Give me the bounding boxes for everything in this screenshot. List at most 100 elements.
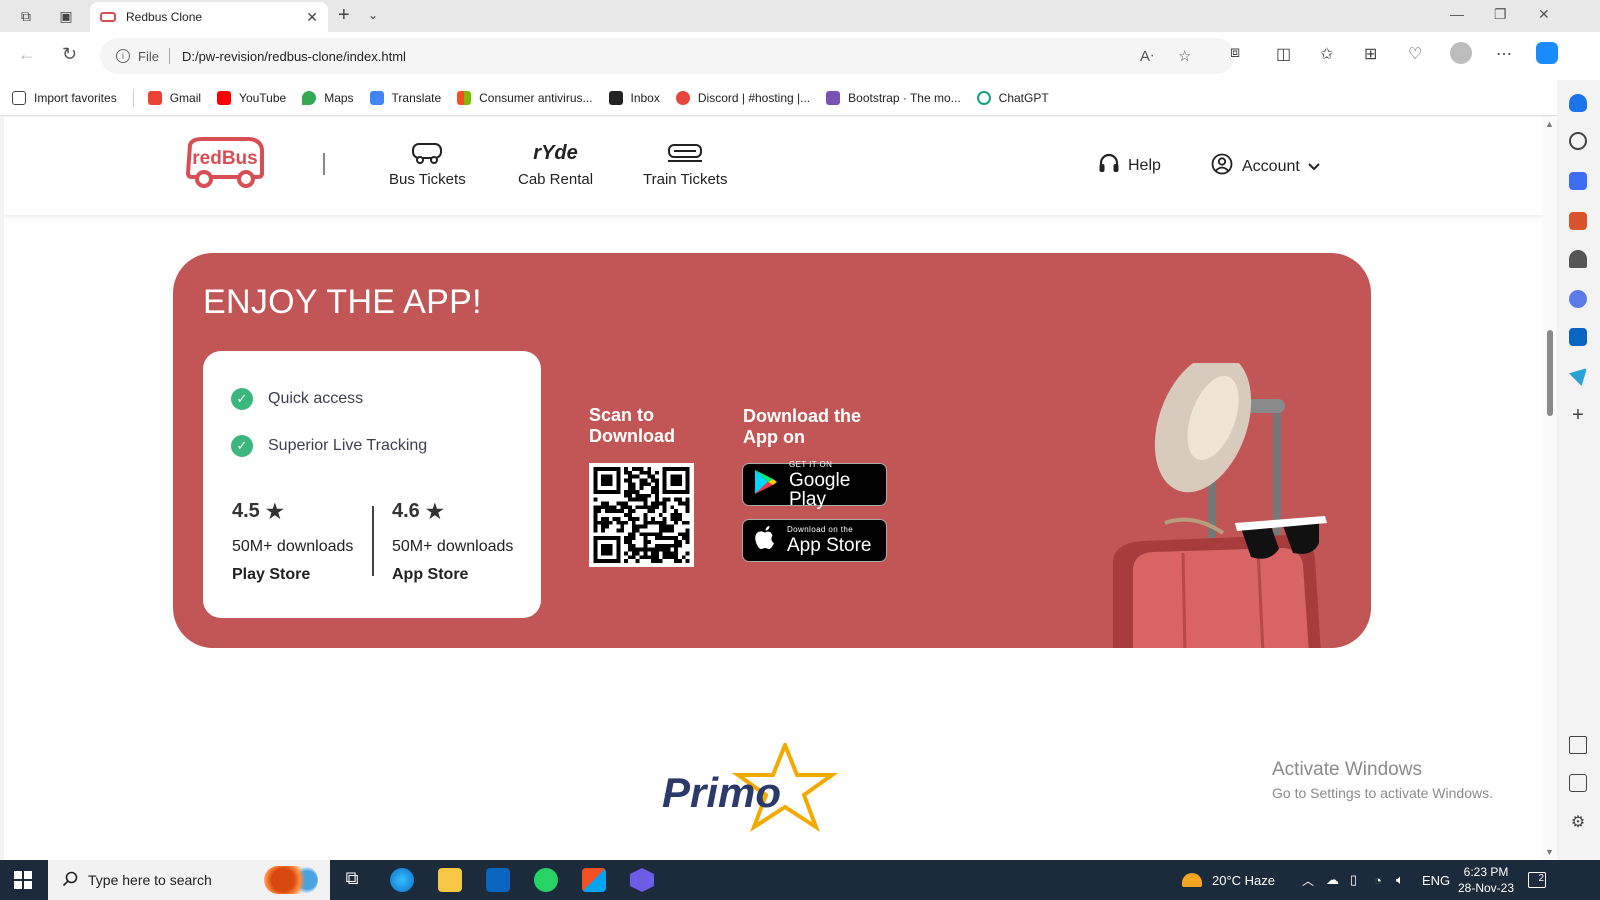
- performance-icon[interactable]: ♡: [1408, 44, 1422, 64]
- banner-title: ENJOY THE APP!: [203, 283, 482, 321]
- new-tab-icon[interactable]: +: [338, 4, 350, 27]
- notifications-center-icon[interactable]: 2: [1528, 860, 1546, 900]
- bookmark-inbox[interactable]: Inbox: [608, 90, 660, 105]
- discord-icon: [675, 90, 690, 105]
- close-window-icon[interactable]: ✕: [1538, 6, 1550, 23]
- whatsapp-icon[interactable]: [534, 868, 558, 892]
- bookmark-youtube[interactable]: YouTube: [217, 90, 286, 105]
- profile-avatar-icon[interactable]: [1450, 42, 1472, 64]
- outlook-icon[interactable]: [1569, 328, 1587, 346]
- info-icon[interactable]: i: [116, 49, 130, 63]
- language-indicator[interactable]: ENG: [1422, 860, 1450, 900]
- settings-gear-icon[interactable]: ⚙: [1569, 812, 1587, 831]
- maps-pin-icon: [302, 90, 317, 105]
- nav-bus-tickets[interactable]: Bus Tickets: [389, 139, 466, 188]
- bookmark-label: Discord | #hosting |...: [697, 90, 811, 105]
- edge-browser-icon[interactable]: [390, 868, 414, 892]
- favorite-star-icon[interactable]: ☆: [1178, 38, 1191, 74]
- vertical-tabs-icon[interactable]: ▣: [56, 6, 76, 26]
- feature-quick-access: ✓ Quick access: [231, 388, 363, 410]
- page-scrollbar[interactable]: ▲ ▼: [1542, 117, 1557, 860]
- tab-actions-chevron-icon[interactable]: ⌄: [368, 8, 378, 22]
- more-menu-icon[interactable]: ⋯: [1496, 44, 1512, 64]
- account-menu[interactable]: Account: [1211, 153, 1320, 180]
- activate-windows-watermark: Activate Windows Go to Settings to activ…: [1272, 759, 1493, 801]
- taskbar-search-box[interactable]: Type here to search: [48, 860, 330, 900]
- sidebar-toggle-icon[interactable]: [1569, 736, 1587, 754]
- google-play-icon: [753, 468, 779, 501]
- bookmark-maps[interactable]: Maps: [302, 90, 354, 105]
- rating-store: App Store: [392, 566, 469, 583]
- bookmark-translate[interactable]: Translate: [369, 90, 441, 105]
- wifi-icon[interactable]: ◔: [1374, 860, 1382, 900]
- copilot-icon[interactable]: [1536, 42, 1558, 64]
- read-aloud-icon[interactable]: Aᐧ: [1140, 38, 1154, 74]
- youtube-icon: [217, 90, 232, 105]
- outlook-app-icon[interactable]: [486, 868, 510, 892]
- bookmark-consumer-antivirus[interactable]: Consumer antivirus...: [457, 90, 593, 105]
- rating-store: Play Store: [232, 566, 311, 583]
- scan-to-download-title: Scan to Download: [589, 405, 675, 447]
- scroll-up-arrow-icon[interactable]: ▲: [1545, 119, 1554, 129]
- send-drop-icon[interactable]: [1569, 368, 1587, 386]
- rating-downloads: 50M+ downloads: [392, 538, 514, 555]
- shopping-tag-icon[interactable]: [1569, 172, 1587, 190]
- minimize-icon[interactable]: —: [1450, 6, 1464, 22]
- workspaces-icon[interactable]: ⧉: [16, 6, 36, 26]
- app-store-button[interactable]: Download on the App Store: [742, 519, 887, 562]
- task-view-icon[interactable]: ⧉: [340, 868, 364, 892]
- search-highlight-icon: [264, 866, 318, 894]
- qr-code: [589, 463, 694, 567]
- notification-bell-icon[interactable]: [1569, 94, 1587, 112]
- bookmark-import-favorites[interactable]: Import favorites: [12, 90, 117, 105]
- address-bar[interactable]: i File D:/pw-revision/redbus-clone/index…: [100, 38, 1235, 74]
- favorites-icon[interactable]: ✩: [1320, 44, 1333, 64]
- battery-icon[interactable]: ▯: [1350, 860, 1357, 900]
- feature-label: Superior Live Tracking: [268, 437, 428, 454]
- bookmark-chatgpt[interactable]: ChatGPT: [976, 90, 1049, 105]
- tools-briefcase-icon[interactable]: [1569, 212, 1587, 230]
- volume-icon[interactable]: 🔈︎: [1396, 860, 1404, 900]
- edge-sidebar: + ⚙: [1557, 80, 1600, 860]
- scroll-thumb[interactable]: [1547, 330, 1553, 416]
- close-tab-icon[interactable]: ✕: [306, 9, 318, 26]
- check-circle-icon: ✓: [231, 435, 253, 457]
- nav-train-tickets[interactable]: Train Tickets: [643, 139, 727, 188]
- tab-redbus-clone[interactable]: Redbus Clone ✕: [90, 2, 328, 32]
- import-icon: [12, 90, 26, 105]
- weather-widget[interactable]: 20°C Haze: [1182, 860, 1275, 900]
- file-explorer-icon[interactable]: [438, 868, 462, 892]
- add-sidebar-app-icon[interactable]: +: [1569, 405, 1587, 425]
- google-play-button[interactable]: GET IT ON Google Play: [742, 460, 887, 509]
- games-chess-icon[interactable]: [1569, 250, 1587, 268]
- bookmark-label: Bootstrap · The mo...: [848, 90, 961, 105]
- taskbar-clock[interactable]: 6:23 PM 28-Nov-23: [1458, 864, 1514, 896]
- scroll-down-arrow-icon[interactable]: ▼: [1545, 847, 1554, 857]
- search-placeholder: Type here to search: [88, 872, 212, 888]
- refresh-icon[interactable]: ↻: [62, 44, 77, 65]
- help-link[interactable]: Help: [1098, 153, 1161, 178]
- address-url[interactable]: D:/pw-revision/redbus-clone/index.html: [182, 49, 406, 64]
- bookmark-gmail[interactable]: Gmail: [147, 90, 201, 105]
- restore-icon[interactable]: ❐: [1494, 6, 1507, 23]
- nav-label: Train Tickets: [643, 171, 728, 188]
- extensions-icon[interactable]: ⧈: [1230, 44, 1240, 62]
- split-screen-icon[interactable]: ◫: [1276, 44, 1291, 64]
- microsoft-365-icon[interactable]: [1569, 290, 1587, 308]
- nav-label: Bus Tickets: [389, 171, 466, 188]
- nav-cab-rental[interactable]: rYde Cab Rental: [518, 139, 593, 189]
- redbus-logo[interactable]: redBus: [184, 137, 266, 189]
- download-line2: App on: [743, 427, 805, 447]
- collections-icon[interactable]: ⊞: [1364, 44, 1377, 64]
- search-icon[interactable]: [1569, 132, 1587, 150]
- back-arrow-icon[interactable]: ←: [18, 44, 36, 65]
- bookmark-bootstrap[interactable]: Bootstrap · The mo...: [826, 90, 961, 105]
- onedrive-cloud-icon[interactable]: ☁: [1326, 860, 1339, 900]
- microsoft-store-icon[interactable]: [582, 868, 606, 892]
- rating-downloads: 50M+ downloads: [232, 538, 354, 555]
- open-external-icon[interactable]: [1569, 774, 1587, 792]
- bookmark-discord[interactable]: Discord | #hosting |...: [675, 90, 811, 105]
- tray-chevron-up-icon[interactable]: ︿: [1302, 860, 1314, 900]
- app-hexagon-icon[interactable]: [630, 868, 654, 892]
- windows-start-icon[interactable]: [14, 871, 32, 889]
